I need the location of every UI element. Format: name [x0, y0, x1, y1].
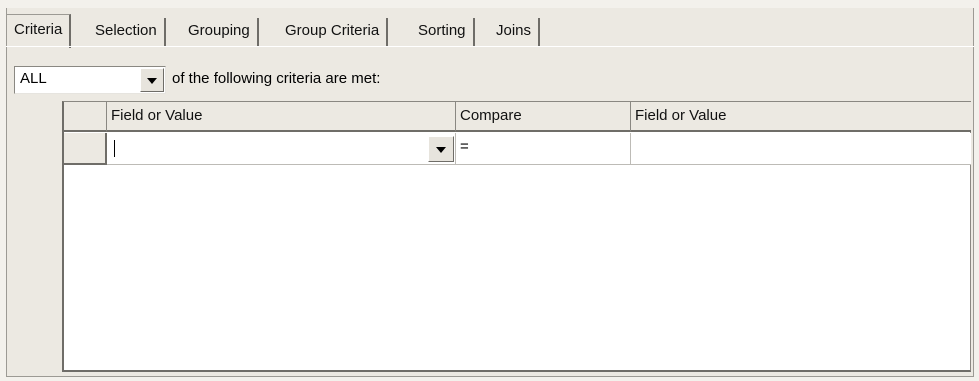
criteria-grid: Field or Value Compare Field or Value = [62, 101, 971, 372]
field-or-value-combo[interactable] [107, 133, 456, 165]
tab-joins[interactable]: Joins [489, 18, 541, 46]
match-mode-select[interactable]: ALL [14, 66, 166, 94]
chevron-down-icon [436, 147, 446, 153]
column-header-field-or-value-2[interactable]: Field or Value [631, 102, 971, 132]
grid-corner-header [64, 102, 107, 132]
column-header-compare[interactable]: Compare [456, 102, 631, 132]
match-mode-value: ALL [20, 70, 47, 87]
compare-cell[interactable]: = [456, 133, 631, 165]
tab-divider [6, 46, 974, 47]
tab-selection[interactable]: Selection [88, 18, 166, 46]
tab-sorting[interactable]: Sorting [411, 18, 475, 46]
tab-strip: Criteria Selection Grouping Group Criter… [0, 12, 979, 48]
row-indicator[interactable] [64, 133, 107, 165]
chevron-down-icon [147, 78, 157, 84]
match-mode-label: of the following criteria are met: [172, 70, 381, 87]
tab-grouping[interactable]: Grouping [181, 18, 259, 46]
column-header-field-or-value[interactable]: Field or Value [107, 102, 456, 132]
field-dropdown-button[interactable] [428, 136, 454, 162]
compare-operator: = [460, 138, 469, 155]
text-caret [114, 140, 115, 157]
tab-group-criteria[interactable]: Group Criteria [278, 18, 389, 46]
match-mode-dropdown-button[interactable] [140, 68, 164, 92]
tab-criteria[interactable]: Criteria [6, 14, 72, 48]
value-cell[interactable] [631, 133, 971, 165]
